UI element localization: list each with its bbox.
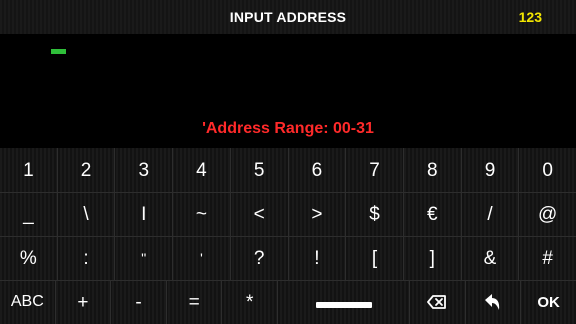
- keyboard-row-symbols-2: % : " ' ? ! [ ] & #: [0, 236, 576, 280]
- key-ampersand[interactable]: &: [460, 236, 519, 280]
- return-arrow-icon: [485, 294, 500, 310]
- key-double-quote[interactable]: ": [114, 236, 172, 280]
- key-greater-than[interactable]: >: [287, 192, 346, 236]
- key-minus[interactable]: -: [110, 280, 166, 324]
- on-screen-keyboard: 1 2 3 4 5 6 7 8 9 0 _ \ I ~ < > $ € / @ …: [0, 148, 576, 324]
- key-dollar[interactable]: $: [345, 192, 403, 236]
- key-2[interactable]: 2: [56, 148, 115, 192]
- key-5[interactable]: 5: [229, 148, 288, 192]
- address-input-screen: INPUT ADDRESS 123 'Address Range: 00-31 …: [0, 0, 576, 324]
- key-0[interactable]: 0: [518, 148, 576, 192]
- key-right-bracket[interactable]: ]: [402, 236, 461, 280]
- key-plus[interactable]: +: [54, 280, 111, 324]
- key-4[interactable]: 4: [172, 148, 230, 192]
- key-equals[interactable]: =: [165, 280, 222, 324]
- key-bar[interactable]: I: [114, 192, 172, 236]
- backspace-icon: [427, 295, 447, 309]
- keyboard-row-functions: ABC + - = * OK: [0, 280, 576, 324]
- key-single-quote[interactable]: ': [172, 236, 230, 280]
- text-cursor: [51, 49, 66, 54]
- key-abc-mode[interactable]: ABC: [0, 280, 55, 324]
- key-at[interactable]: @: [518, 192, 576, 236]
- keyboard-row-symbols-1: _ \ I ~ < > $ € / @: [0, 192, 576, 236]
- key-colon[interactable]: :: [56, 236, 115, 280]
- key-tilde[interactable]: ~: [172, 192, 230, 236]
- key-question[interactable]: ?: [229, 236, 288, 280]
- address-range-hint: 'Address Range: 00-31: [202, 120, 374, 137]
- keyboard-row-digits: 1 2 3 4 5 6 7 8 9 0: [0, 148, 576, 192]
- key-left-bracket[interactable]: [: [345, 236, 403, 280]
- key-hash[interactable]: #: [518, 236, 576, 280]
- key-return[interactable]: [464, 280, 521, 324]
- key-space[interactable]: [277, 280, 409, 324]
- key-9[interactable]: 9: [460, 148, 519, 192]
- key-6[interactable]: 6: [287, 148, 346, 192]
- key-asterisk[interactable]: *: [221, 280, 277, 324]
- key-exclamation[interactable]: !: [287, 236, 346, 280]
- title-bar: INPUT ADDRESS 123: [0, 0, 576, 34]
- key-slash[interactable]: /: [460, 192, 519, 236]
- key-less-than[interactable]: <: [229, 192, 288, 236]
- key-ok[interactable]: OK: [520, 280, 576, 324]
- space-bar-icon: [315, 302, 372, 308]
- key-backslash[interactable]: \: [56, 192, 115, 236]
- key-1[interactable]: 1: [0, 148, 57, 192]
- key-3[interactable]: 3: [114, 148, 172, 192]
- key-underscore[interactable]: _: [0, 192, 57, 236]
- key-8[interactable]: 8: [402, 148, 461, 192]
- key-7[interactable]: 7: [345, 148, 403, 192]
- page-title: INPUT ADDRESS: [229, 9, 347, 25]
- key-backspace[interactable]: [409, 280, 465, 324]
- key-percent[interactable]: %: [0, 236, 57, 280]
- input-mode-indicator[interactable]: 123: [519, 0, 542, 34]
- key-euro[interactable]: €: [402, 192, 461, 236]
